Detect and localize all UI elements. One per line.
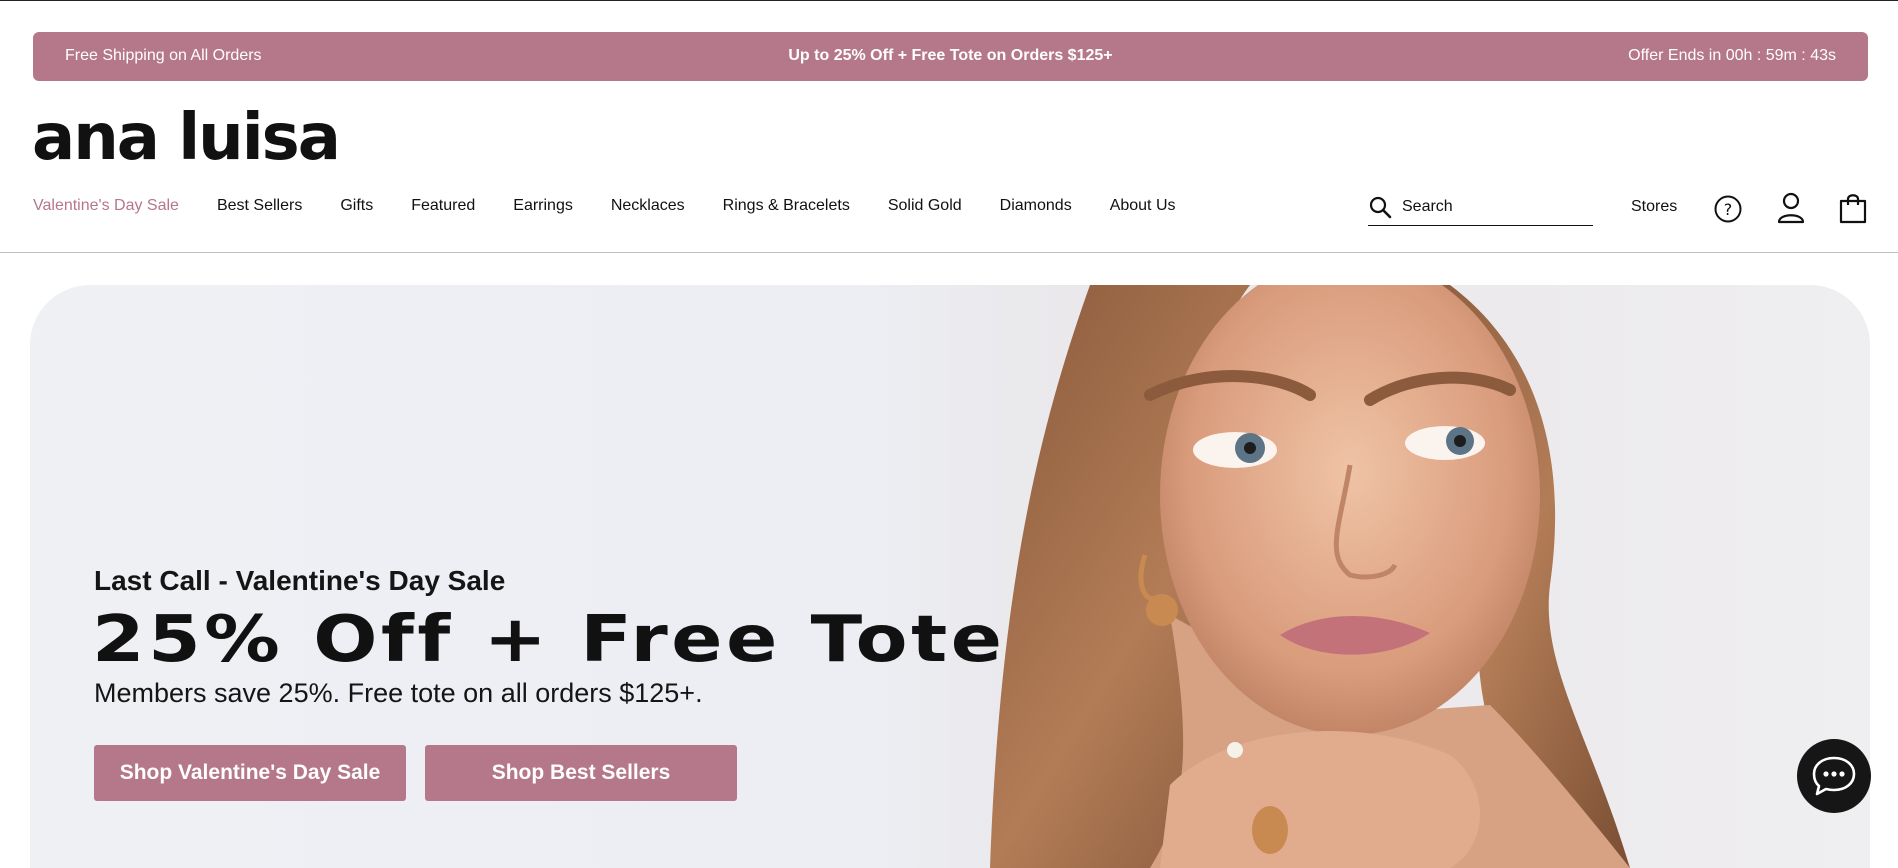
search-input[interactable] (1402, 194, 1587, 220)
shop-valentines-day-sale-button[interactable]: Shop Valentine's Day Sale (94, 745, 406, 801)
search-icon[interactable] (1368, 195, 1392, 219)
user-icon[interactable] (1776, 192, 1806, 224)
nav-item-necklaces[interactable]: Necklaces (611, 194, 685, 220)
header-divider (0, 252, 1898, 253)
nav-item-solid-gold[interactable]: Solid Gold (888, 194, 962, 220)
main-nav: Valentine's Day Sale Best Sellers Gifts … (33, 194, 1214, 220)
hero-banner: Last Call - Valentine's Day Sale 25% Off… (30, 285, 1870, 868)
promo-bar: Free Shipping on All Orders Up to 25% Of… (33, 32, 1868, 81)
help-icon[interactable]: ? (1713, 194, 1743, 224)
nav-item-gifts[interactable]: Gifts (340, 194, 373, 220)
top-rule (0, 0, 1898, 1)
chat-icon (1812, 756, 1856, 796)
svg-text:?: ? (1724, 200, 1733, 219)
stores-link[interactable]: Stores (1631, 198, 1677, 216)
nav-item-valentines-day-sale[interactable]: Valentine's Day Sale (33, 194, 179, 220)
brand-logo[interactable]: ana luisa (32, 100, 341, 176)
hero-model-image (990, 285, 1630, 868)
nav-item-diamonds[interactable]: Diamonds (1000, 194, 1072, 220)
promo-countdown: Offer Ends in 00h : 59m : 43s (1628, 47, 1836, 64)
promo-offer[interactable]: Up to 25% Off + Free Tote on Orders $125… (788, 47, 1112, 65)
hero-eyebrow: Last Call - Valentine's Day Sale (94, 565, 506, 596)
nav-item-featured[interactable]: Featured (411, 194, 475, 220)
chat-button[interactable] (1797, 739, 1871, 813)
nav-item-rings-bracelets[interactable]: Rings & Bracelets (723, 194, 850, 220)
nav-item-earrings[interactable]: Earrings (513, 194, 573, 220)
promo-free-shipping: Free Shipping on All Orders (65, 47, 262, 64)
nav-item-about-us[interactable]: About Us (1110, 194, 1176, 220)
nav-item-best-sellers[interactable]: Best Sellers (217, 194, 302, 220)
search-box (1368, 192, 1593, 226)
hero-subtitle: Members save 25%. Free tote on all order… (94, 678, 703, 708)
shop-best-sellers-button[interactable]: Shop Best Sellers (425, 745, 737, 801)
shopping-bag-icon[interactable] (1838, 192, 1868, 224)
hero-title: 25% Off + Free Tote (92, 603, 1006, 677)
